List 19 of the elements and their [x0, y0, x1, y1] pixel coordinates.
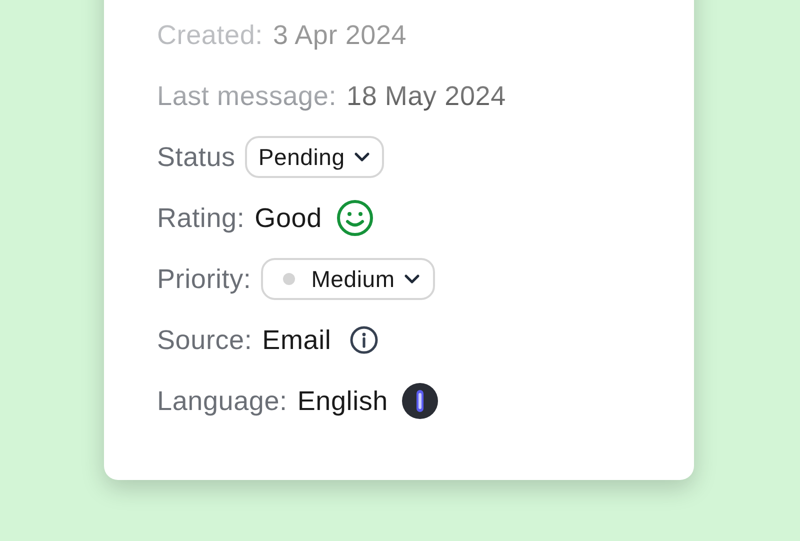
language-orb-icon[interactable]: [402, 383, 438, 419]
info-icon[interactable]: [349, 325, 380, 355]
field-value: Email: [262, 324, 332, 357]
field-label: Priority:: [157, 262, 252, 296]
smiley-icon: [336, 199, 374, 237]
field-value: 3 Apr 2024: [272, 18, 407, 52]
chevron-down-icon: [352, 151, 371, 163]
field-value: English: [297, 384, 388, 418]
field-label: Created:: [157, 18, 263, 52]
field-value: 18 May 2024: [346, 80, 506, 113]
priority-dropdown[interactable]: Medium: [261, 258, 435, 300]
chevron-down-icon: [402, 273, 421, 285]
field-label: Last message:: [157, 80, 336, 113]
field-label: Source:: [157, 324, 252, 357]
field-label: Status: [157, 140, 236, 174]
status-dropdown[interactable]: Pending: [245, 136, 384, 178]
field-value: Good: [254, 202, 322, 235]
field-label: Language:: [157, 384, 288, 418]
field-label: Rating:: [157, 202, 245, 235]
